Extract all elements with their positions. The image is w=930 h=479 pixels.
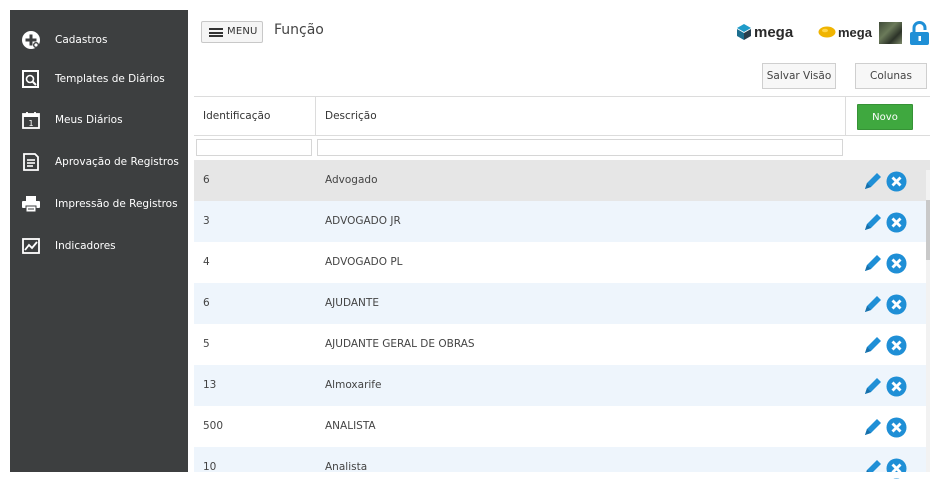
edit-pencil-icon[interactable]: [862, 211, 884, 233]
app-frame: Cadastros Templates de Diários 1 Meus Di…: [0, 0, 930, 479]
column-divider: [845, 97, 846, 135]
cell-descricao: AJUDANTE: [325, 297, 379, 309]
cell-identificacao: 4: [203, 256, 210, 268]
sidebar-item-label: Cadastros: [55, 34, 108, 46]
cell-identificacao: 13: [203, 379, 217, 391]
column-divider: [315, 97, 316, 135]
save-view-button[interactable]: Salvar Visão: [762, 63, 836, 89]
sidebar-item-meus-diarios[interactable]: 1 Meus Diários: [10, 102, 188, 138]
printer-icon: [21, 194, 41, 214]
cell-descricao: Almoxarife: [325, 379, 382, 391]
row-actions: [862, 170, 910, 192]
grid-scrollbar[interactable]: [926, 170, 930, 472]
menu-button[interactable]: MENU: [201, 21, 263, 43]
delete-x-icon[interactable]: [886, 335, 907, 356]
menu-label: MENU: [227, 26, 258, 37]
cell-identificacao: 6: [203, 297, 210, 309]
mega-logo-text: mega: [754, 23, 794, 41]
mega-logo-mark-icon: [737, 24, 751, 40]
calendar-icon: 1: [21, 110, 41, 130]
cell-identificacao: 3: [203, 215, 210, 227]
table-row[interactable]: 5 AJUDANTE GERAL DE OBRAS: [194, 324, 930, 365]
filter-row: [194, 136, 930, 160]
columns-button[interactable]: Colunas: [855, 63, 927, 89]
sidebar-item-aprovacao[interactable]: Aprovação de Registros: [10, 144, 188, 180]
sidebar-item-label: Impressão de Registros: [55, 198, 178, 210]
edit-pencil-icon[interactable]: [862, 416, 884, 438]
table-row[interactable]: 3 ADVOGADO JR: [194, 201, 930, 242]
sidebar-item-label: Aprovação de Registros: [55, 156, 179, 168]
data-grid: Identificação Descrição Novo 6 Advogado …: [194, 96, 930, 479]
mega-client-logo-text: mega: [838, 24, 872, 40]
delete-x-icon[interactable]: [886, 376, 907, 397]
page-title: Função: [274, 22, 324, 38]
hamburger-icon: [209, 28, 223, 37]
row-actions: [862, 334, 910, 356]
chart-icon: [21, 236, 41, 256]
column-header-identificacao[interactable]: Identificação: [203, 97, 270, 135]
plus-circle-icon: [21, 30, 41, 50]
sidebar-item-templates[interactable]: Templates de Diários: [10, 61, 188, 97]
row-actions: [862, 252, 910, 274]
delete-x-icon[interactable]: [886, 212, 907, 233]
delete-x-icon[interactable]: [886, 253, 907, 274]
edit-pencil-icon[interactable]: [862, 375, 884, 397]
edit-pencil-icon[interactable]: [862, 252, 884, 274]
cell-identificacao: 500: [203, 420, 224, 432]
new-button[interactable]: Novo: [857, 104, 913, 130]
edit-pencil-icon[interactable]: [862, 293, 884, 315]
checklist-icon: [21, 152, 41, 172]
mega-logo: mega: [737, 22, 793, 42]
sidebar-item-cadastros[interactable]: Cadastros: [10, 22, 188, 58]
row-actions: [862, 293, 910, 315]
table-row[interactable]: 4 ADVOGADO PL: [194, 242, 930, 283]
scrollbar-thumb[interactable]: [926, 200, 930, 260]
document-search-icon: [21, 69, 41, 89]
sidebar: Cadastros Templates de Diários 1 Meus Di…: [10, 10, 188, 472]
table-row[interactable]: 6 Advogado: [194, 160, 930, 201]
top-header: MENU Função mega mega: [188, 10, 930, 55]
cell-descricao: ADVOGADO PL: [325, 256, 403, 268]
mega-client-logo-mark-icon: [818, 26, 836, 38]
edit-pencil-icon[interactable]: [862, 170, 884, 192]
cell-identificacao: 6: [203, 174, 210, 186]
table-row[interactable]: 10 Analista: [194, 447, 930, 479]
sidebar-item-label: Indicadores: [55, 240, 116, 252]
sidebar-item-label: Templates de Diários: [55, 73, 165, 85]
sidebar-item-label: Meus Diários: [55, 114, 123, 126]
cell-identificacao: 5: [203, 338, 210, 350]
sidebar-item-indicadores[interactable]: Indicadores: [10, 228, 188, 264]
delete-x-icon[interactable]: [886, 417, 907, 438]
filter-input-descricao[interactable]: [317, 139, 843, 156]
cell-descricao: ADVOGADO JR: [325, 215, 401, 227]
cell-descricao: Advogado: [325, 174, 378, 186]
cell-descricao: AJUDANTE GERAL DE OBRAS: [325, 338, 475, 350]
sidebar-item-impressao[interactable]: Impressão de Registros: [10, 186, 188, 222]
delete-x-icon[interactable]: [886, 171, 907, 192]
bottom-margin: [0, 472, 930, 478]
cell-descricao: ANALISTA: [325, 420, 376, 432]
user-avatar[interactable]: [879, 22, 902, 44]
grid-toolbar: Salvar Visão Colunas: [188, 54, 930, 96]
lock-icon[interactable]: [909, 21, 930, 45]
row-actions: [862, 416, 910, 438]
filter-input-identificacao[interactable]: [196, 139, 312, 156]
delete-x-icon[interactable]: [886, 294, 907, 315]
table-row[interactable]: 500 ANALISTA: [194, 406, 930, 447]
table-header: Identificação Descrição Novo: [194, 96, 930, 136]
table-row[interactable]: 6 AJUDANTE: [194, 283, 930, 324]
row-actions: [862, 211, 910, 233]
mega-client-logo: mega: [818, 22, 872, 42]
svg-text:1: 1: [28, 119, 33, 128]
row-actions: [862, 375, 910, 397]
column-header-descricao[interactable]: Descrição: [325, 97, 377, 135]
edit-pencil-icon[interactable]: [862, 334, 884, 356]
table-row[interactable]: 13 Almoxarife: [194, 365, 930, 406]
